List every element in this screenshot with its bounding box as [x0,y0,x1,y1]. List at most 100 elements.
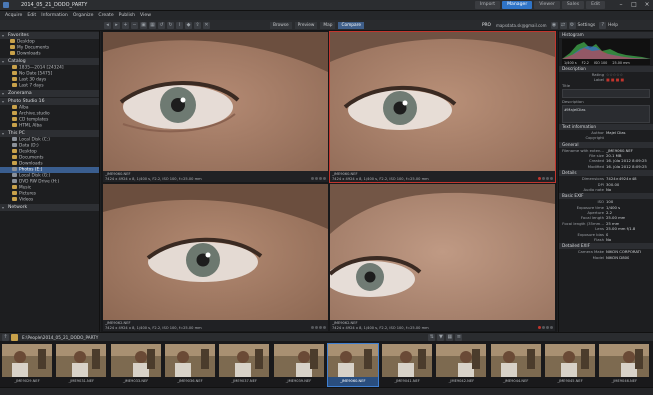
thumbnail-selected[interactable]: _JME9060.NEF [326,343,379,387]
photo-eye-closeup[interactable] [330,184,555,320]
section-catalog[interactable]: Catalog [0,58,99,65]
thumbnail[interactable]: _JME9045.NEF [545,344,595,386]
thumbnail[interactable]: _JME9039.NEF [273,344,324,386]
flag-icon[interactable] [323,177,326,180]
histogram-header[interactable]: Histogram [559,32,653,38]
photo-eye-closeup[interactable] [330,32,555,171]
compare-button[interactable]: Compare [338,21,364,29]
flag-icon[interactable] [323,326,326,329]
thumbnail[interactable]: _JME9046.NEF [599,344,650,386]
menu-acquire[interactable]: Acquire [5,13,22,18]
account-email[interactable]: mapsdata.sk@gmail.com [496,23,547,28]
thumbnail[interactable]: _JME9036.NEF [164,344,215,386]
fit-icon[interactable]: ▣ [140,21,147,29]
section-network[interactable]: Network [0,204,99,211]
flag-icon[interactable] [538,177,541,180]
thumbnail[interactable]: _JME9029.NEF [2,344,52,386]
histogram: 1/400 s F2.2 ISO 100 25.00 mm [562,39,651,65]
sort-icon[interactable]: ⇅ [428,333,436,341]
copyright-row[interactable]: Copyright [559,135,653,140]
gear-icon[interactable]: ⚙ [568,21,576,29]
menu-publish[interactable]: Publish [119,13,135,18]
help-link[interactable]: Help [608,23,618,28]
thumbnail[interactable]: _JME9041.NEF [382,344,433,386]
maximize-button[interactable]: □ [628,1,640,9]
rotate-right-icon[interactable]: ↻ [167,21,174,29]
flag-icon[interactable] [311,326,314,329]
flag-icon[interactable] [311,177,314,180]
flag-icon[interactable] [550,326,553,329]
preview-button[interactable]: Preview [294,21,318,29]
color-label-icon[interactable]: ■ ■ ■ ■ [606,77,624,82]
menu-view[interactable]: View [140,13,151,18]
info-icon[interactable]: i [176,21,183,29]
menu-edit[interactable]: Edit [27,13,36,18]
account-icon[interactable]: ◉ [550,21,558,29]
folder-icon[interactable] [11,333,18,341]
section-this-pc[interactable]: This PC [0,130,99,137]
section-photo-studio[interactable]: Photo Studio 16 [0,98,99,105]
menu-create[interactable]: Create [98,13,113,18]
nav-item[interactable]: Last 7 days [0,83,99,89]
share-icon[interactable]: ⇪ [194,21,201,29]
description-field[interactable]: #MajelDias [562,104,650,123]
thumbnail[interactable]: _JME9033.NEF [110,344,161,386]
flag-icon[interactable] [319,177,322,180]
mode-manager[interactable]: Manager [502,1,533,9]
compare-pane[interactable]: _JME9060.NEF 7424 x 4924 x 8, 1/400 s, F… [103,32,328,182]
share-alt-icon[interactable]: ⇄ [559,21,567,29]
minimize-button[interactable]: – [615,1,627,9]
nav-item[interactable]: Videos [0,197,99,203]
flag-icon[interactable] [550,177,553,180]
folder-path[interactable]: E:\People\2014_05_21_DODO_PARTY [22,335,98,340]
delete-icon[interactable]: ✕ [203,21,210,29]
thumbnail[interactable]: _JME9042.NEF [436,344,487,386]
help-icon[interactable]: ? [599,21,607,29]
thumbnail[interactable]: _JME9037.NEF [219,344,270,386]
flag-icon[interactable] [315,177,318,180]
mode-edit[interactable]: Edit [586,1,605,9]
thumbnail[interactable]: _JME9031.NEF [56,344,107,386]
filter-icon[interactable]: ▼ [437,333,445,341]
up-folder-icon[interactable]: ↑ [2,333,9,341]
flag-icon[interactable] [319,326,322,329]
flag-icon[interactable] [538,326,541,329]
back-icon[interactable]: ◂ [104,21,111,29]
nav-item[interactable]: Downloads [0,51,99,57]
map-button[interactable]: Map [320,21,336,29]
forward-icon[interactable]: ▸ [113,21,120,29]
flag-icon[interactable] [542,177,545,180]
compare-pane[interactable]: _JME9062.NEF 7424 x 4924 x 8, 1/400 s, F… [330,184,555,331]
section-favorites[interactable]: Favorites [0,32,99,39]
settings-link[interactable]: Settings [578,23,596,28]
eye-photo-graphic [103,184,328,320]
flag-icon[interactable] [546,326,549,329]
tag-icon[interactable]: ◆ [185,21,192,29]
compare-pane[interactable]: _JME9062.NEF 7424 x 4924 x 8, 1/400 s, F… [103,184,328,331]
view-mode-icon[interactable]: ▦ [446,333,454,341]
mode-viewer[interactable]: Viewer [534,1,560,9]
flag-icon[interactable] [542,326,545,329]
thumbnail[interactable]: _JME9044.NEF [490,344,541,386]
list-icon[interactable]: ≡ [455,333,463,341]
compare-pane-active[interactable]: _JME9060.NEF 7424 x 4924 x 8, 1/400 s, F… [329,31,556,183]
rotate-left-icon[interactable]: ↺ [158,21,165,29]
zoom-in-icon[interactable]: + [122,21,129,29]
status-bar [0,387,653,395]
photo-eye-closeup[interactable] [103,184,328,320]
close-button[interactable]: × [641,1,653,9]
flag-icon[interactable] [315,326,318,329]
title-field[interactable] [562,88,650,98]
grid-icon[interactable]: ▦ [149,21,156,29]
nav-item[interactable]: HTML Alba [0,123,99,129]
zoom-out-icon[interactable]: − [131,21,138,29]
photo-eye-closeup[interactable] [103,32,328,171]
pane-flags [311,326,326,329]
mode-import[interactable]: Import [474,1,501,9]
section-zonerama[interactable]: Zonerama [0,90,99,97]
flag-icon[interactable] [546,177,549,180]
menu-organize[interactable]: Organize [73,13,94,18]
browse-button[interactable]: Browse [270,21,292,29]
menu-information[interactable]: Information [41,13,68,18]
mode-sales[interactable]: Sales [561,1,585,9]
